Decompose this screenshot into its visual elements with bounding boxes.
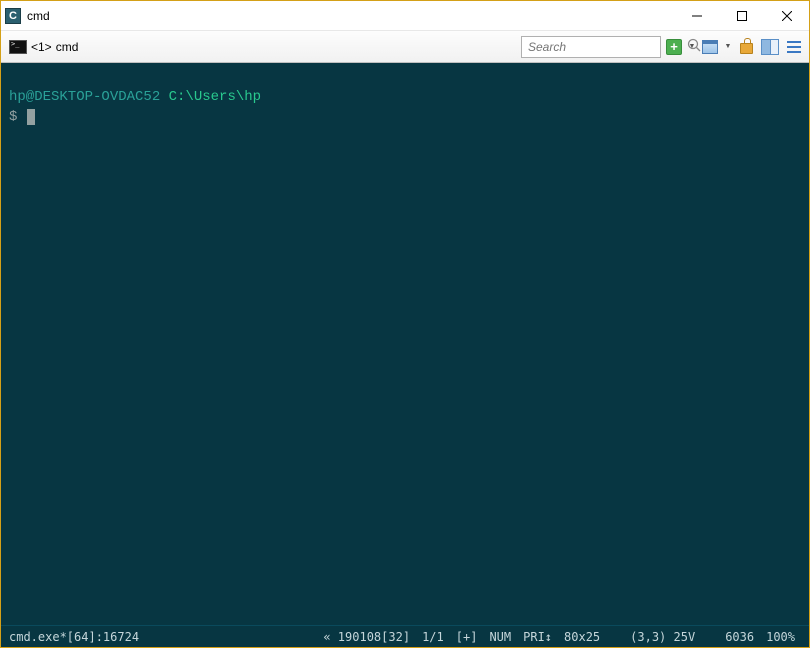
menu-icon	[787, 41, 801, 53]
tab-index: <1>	[31, 40, 52, 54]
menu-button[interactable]	[783, 36, 805, 58]
status-process[interactable]: cmd.exe*[64]:16724	[9, 630, 139, 644]
new-console-button[interactable]: +	[663, 36, 685, 58]
window-controls	[674, 1, 809, 30]
lock-button[interactable]	[735, 36, 757, 58]
minimize-icon	[692, 11, 702, 21]
status-size[interactable]: 80x25	[558, 630, 606, 644]
tab-cmd[interactable]: <1> cmd	[5, 38, 86, 56]
window-options-dropdown[interactable]: ▼	[723, 36, 733, 58]
status-build[interactable]: « 190108[32]	[317, 630, 416, 644]
app-icon: C	[5, 8, 21, 24]
status-pri[interactable]: PRI↕	[517, 630, 558, 644]
lock-icon	[740, 43, 753, 54]
maximize-button[interactable]	[719, 1, 764, 30]
new-console-dropdown[interactable]: ▼	[687, 36, 697, 58]
window-options-button[interactable]	[699, 36, 721, 58]
terminal-icon	[9, 40, 27, 54]
status-num[interactable]: NUM	[483, 630, 517, 644]
tab-label: cmd	[56, 40, 79, 54]
plus-icon: +	[666, 39, 682, 55]
status-cursor[interactable]: (3,3) 25V	[606, 630, 701, 644]
split-icon	[761, 39, 779, 55]
toolbar: <1> cmd + ▼ ▼	[1, 31, 809, 63]
window-title: cmd	[27, 9, 50, 23]
window-titlebar: C cmd	[1, 1, 809, 31]
minimize-button[interactable]	[674, 1, 719, 30]
status-insert[interactable]: [+]	[450, 630, 484, 644]
split-button[interactable]	[759, 36, 781, 58]
prompt-symbol: $	[9, 109, 17, 125]
search-box[interactable]	[521, 36, 661, 58]
status-bar: cmd.exe*[64]:16724 « 190108[32] 1/1 [+] …	[1, 625, 809, 647]
prompt-user-host: hp@DESKTOP-OVDAC52	[9, 89, 160, 105]
close-button[interactable]	[764, 1, 809, 30]
cursor	[27, 109, 35, 125]
status-pages[interactable]: 1/1	[416, 630, 450, 644]
maximize-icon	[737, 11, 747, 21]
status-pid[interactable]: 6036	[701, 630, 760, 644]
prompt-path: C:\Users\hp	[169, 89, 261, 105]
window-icon	[702, 40, 718, 54]
terminal-pane[interactable]: hp@DESKTOP-OVDAC52 C:\Users\hp $	[1, 63, 809, 625]
close-icon	[782, 11, 792, 21]
status-zoom[interactable]: 100%	[760, 630, 801, 644]
